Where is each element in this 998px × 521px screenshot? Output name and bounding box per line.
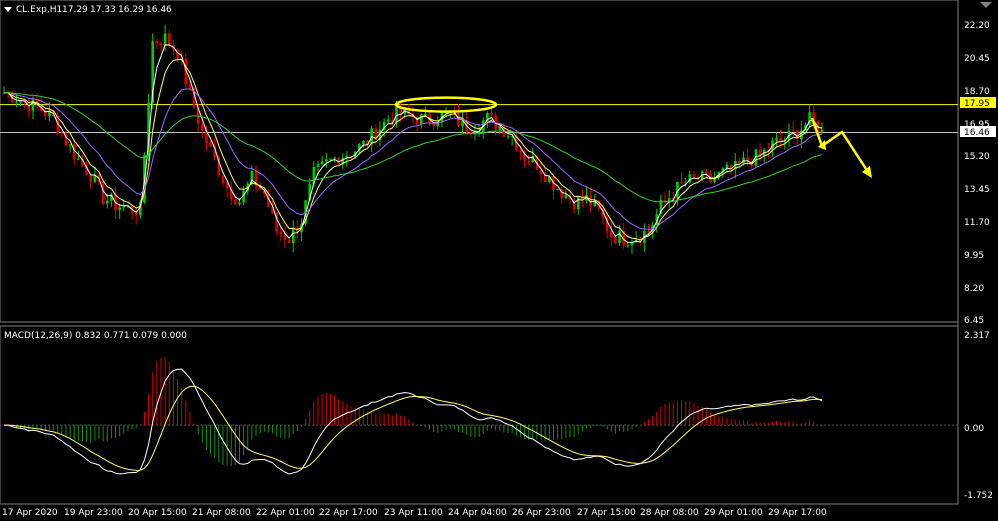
time-tick: 29 Apr 01:00 <box>704 508 763 518</box>
ohlc-low: 16.29 <box>118 5 144 15</box>
candle-body <box>527 160 530 163</box>
candle-body <box>705 171 708 174</box>
candle-body <box>15 102 18 104</box>
candle-body <box>320 161 324 164</box>
macd-tick: -1.752 <box>964 491 993 501</box>
time-tick: 20 Apr 15:00 <box>128 508 187 518</box>
candle-body <box>758 149 762 156</box>
candle-body <box>626 245 630 247</box>
price-marker-current-label: 16.46 <box>964 128 990 138</box>
time-tick: 17 Apr 2020 <box>2 508 58 518</box>
candle-body <box>279 231 283 235</box>
candle-body <box>238 202 241 205</box>
candle-body <box>775 138 778 141</box>
candle-body <box>779 138 782 142</box>
candle-body <box>564 195 568 199</box>
candle-body <box>324 159 328 162</box>
time-tick: 24 Apr 04:00 <box>448 508 507 518</box>
price-tick: 6.45 <box>964 316 984 326</box>
candle-body <box>667 198 671 202</box>
candle-body <box>680 181 683 183</box>
price-tick: 9.95 <box>964 251 984 261</box>
candle-body <box>283 234 287 241</box>
candle-body <box>647 231 650 233</box>
candle-body <box>167 33 171 45</box>
candle-body <box>333 157 336 159</box>
candle-body <box>89 175 93 183</box>
candle-body <box>618 230 621 244</box>
price-tick: 18.70 <box>964 87 990 97</box>
candle-body <box>746 157 749 161</box>
candle-body <box>105 200 109 204</box>
price-tick: 8.20 <box>964 284 984 294</box>
candle-body <box>159 43 163 46</box>
chart-title: CL.Exp,H1 <box>16 5 62 15</box>
candle-body <box>155 41 159 44</box>
candle-body <box>68 144 72 146</box>
candle-body <box>316 163 320 167</box>
time-tick: 26 Apr 23:00 <box>512 508 571 518</box>
candle-body <box>60 133 64 135</box>
candle-body <box>118 207 121 211</box>
candle-body <box>424 113 427 115</box>
time-tick: 22 Apr 01:00 <box>256 508 315 518</box>
ohlc-close: 16.46 <box>146 5 172 15</box>
candle-body <box>692 174 696 177</box>
candle-body <box>209 142 212 147</box>
macd-label: MACD(12,26,9) 0.832 0.771 0.079 0.000 <box>4 331 187 341</box>
time-tick: 29 Apr 17:00 <box>768 508 827 518</box>
time-tick: 27 Apr 15:00 <box>577 508 636 518</box>
candle-body <box>614 237 617 244</box>
background <box>0 0 998 521</box>
candle-body <box>188 84 192 88</box>
candle-body <box>163 33 167 46</box>
candle-body <box>820 129 824 133</box>
candle-body <box>791 130 795 132</box>
candle-body <box>77 158 80 160</box>
macd-tick: 2.317 <box>964 331 990 341</box>
time-tick: 22 Apr 17:00 <box>319 508 378 518</box>
candle-body <box>725 164 729 169</box>
ohlc-open: 17.29 <box>62 5 88 15</box>
price-tick: 20.45 <box>964 54 990 64</box>
candle-body <box>31 99 35 111</box>
price-tick: 13.45 <box>964 185 990 195</box>
candle-body <box>362 140 365 145</box>
candle-body <box>287 240 291 243</box>
price-tick: 11.70 <box>964 218 990 228</box>
ohlc-high: 17.33 <box>90 5 116 15</box>
price-tick: 15.20 <box>964 152 990 162</box>
trading-chart: CL.Exp,H1 17.29 17.33 16.29 16.46 22.20 … <box>0 0 998 521</box>
candle-body <box>576 196 580 210</box>
candle-body <box>506 136 510 138</box>
price-tick: 22.20 <box>964 21 990 31</box>
candle-body <box>490 113 493 116</box>
candle-body <box>386 119 390 122</box>
macd-tick: 0.00 <box>964 424 984 434</box>
price-marker-yellow-label: 17.95 <box>964 99 990 109</box>
candle-body <box>610 231 613 238</box>
candle-body <box>72 144 76 160</box>
candle-body <box>556 188 559 190</box>
candle-body <box>234 199 237 205</box>
time-tick: 21 Apr 08:00 <box>192 508 251 518</box>
candle-body <box>225 183 229 189</box>
time-tick: 23 Apr 11:00 <box>384 508 443 518</box>
candle-body <box>122 206 126 208</box>
candle-body <box>291 228 295 243</box>
candle-body <box>519 149 522 152</box>
candle-body <box>663 199 667 202</box>
candle-body <box>329 158 332 160</box>
candle-body <box>201 123 204 131</box>
candle-body <box>134 212 138 216</box>
time-tick: 28 Apr 08:00 <box>640 508 699 518</box>
candle-body <box>221 175 225 184</box>
candle-body <box>419 114 423 125</box>
time-tick: 19 Apr 23:00 <box>64 508 123 518</box>
